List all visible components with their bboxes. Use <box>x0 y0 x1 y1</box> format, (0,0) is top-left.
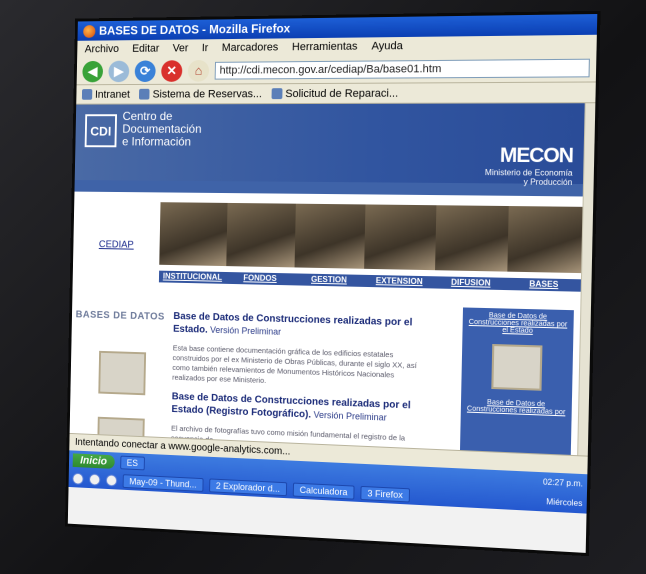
nav-item-bases[interactable]: BASES <box>506 196 583 309</box>
window-title: BASES DE DATOS - Mozilla Firefox <box>98 21 291 38</box>
entry1-body: Esta base contiene documentación gráfica… <box>172 343 417 385</box>
cdi-line3: e Información <box>121 134 192 149</box>
quicklaunch-icon[interactable] <box>89 473 101 486</box>
start-button[interactable]: Inicio <box>72 452 115 469</box>
task-firefox[interactable]: 3 Firefox <box>360 485 411 502</box>
nav-photo <box>226 202 296 268</box>
stop-icon[interactable]: ✕ <box>161 59 183 82</box>
nav-photo <box>159 202 228 267</box>
nav-item-fondos[interactable]: FONDOS <box>225 193 296 301</box>
nav-photo <box>507 206 583 274</box>
quicklaunch-icon[interactable] <box>105 473 118 487</box>
nav-label: INSTITUCIONAL <box>158 270 227 284</box>
screen: BASES DE DATOS - Mozilla Firefox Archivo… <box>67 14 598 553</box>
cdi-name: Centro de Documentación e Información <box>121 109 202 149</box>
cdi-logo[interactable]: CDI <box>84 114 118 148</box>
nav-item-institucional[interactable]: INSTITUCIONAL <box>158 192 228 299</box>
task-explorer[interactable]: 2 Explorador d... <box>208 477 288 496</box>
page-icon <box>271 88 283 100</box>
right-link-2[interactable]: Base de Datos de Construcciones realizad… <box>465 398 568 416</box>
nav-item-difusion[interactable]: DIFUSION <box>434 195 509 306</box>
home-icon[interactable]: ⌂ <box>187 59 210 82</box>
site-banner: CDI Centro de Documentación e Informació… <box>74 103 585 188</box>
menu-herramientas[interactable]: Herramientas <box>292 41 358 54</box>
nav-cediap[interactable]: CEDIAP <box>72 192 160 298</box>
mecon-sub1: Ministerio de Economía <box>484 167 573 178</box>
sidebar-title: BASES DE DATOS <box>75 309 165 323</box>
navigation-toolbar: ◀ ▶ ⟳ ✕ ⌂ http://cdi.mecon.gov.ar/cediap… <box>76 53 597 86</box>
nav-photo <box>364 204 437 271</box>
menu-ayuda[interactable]: Ayuda <box>371 40 403 52</box>
task-calculator[interactable]: Calculadora <box>292 482 355 500</box>
bookmark-intranet[interactable]: Intranet <box>81 88 131 101</box>
nav-photo <box>435 205 509 272</box>
firefox-icon <box>83 24 96 38</box>
quicklaunch-icon[interactable] <box>72 472 84 485</box>
nav-item-gestion[interactable]: GESTION <box>294 194 366 303</box>
database-list: Base de Datos de Construcciones realizad… <box>171 310 432 455</box>
monitor-frame: BASES DE DATOS - Mozilla Firefox Archivo… <box>0 0 646 574</box>
day-label: Miércoles <box>546 497 583 509</box>
mecon-sub2: y Producción <box>523 177 573 188</box>
address-url: http://cdi.mecon.gov.ar/cediap/Ba/base01… <box>219 62 442 77</box>
bookmarks-toolbar: Intranet Sistema de Reservas... Solicitu… <box>76 82 596 105</box>
back-icon[interactable]: ◀ <box>82 60 104 82</box>
menu-ver[interactable]: Ver <box>172 42 188 54</box>
right-link-1[interactable]: Base de Datos de Construcciones realizad… <box>467 312 570 336</box>
page-icon <box>81 89 93 100</box>
right-panel: Base de Datos de Construcciones realizad… <box>459 307 574 455</box>
entry1-version: Versión Preliminar <box>210 324 282 337</box>
nav-label: EXTENSION <box>363 274 435 289</box>
bookmark-reservas[interactable]: Sistema de Reservas... <box>139 88 262 100</box>
reload-icon[interactable]: ⟳ <box>134 59 156 82</box>
nav-label: GESTION <box>294 273 364 287</box>
mecon-logo: MECON Ministerio de Economía y Producció… <box>484 144 574 188</box>
address-bar[interactable]: http://cdi.mecon.gov.ar/cediap/Ba/base01… <box>214 58 590 80</box>
nav-label: FONDOS <box>225 272 295 286</box>
nav-label: BASES <box>506 277 581 292</box>
page-content: CDI Centro de Documentación e Informació… <box>69 103 585 456</box>
forward-icon[interactable]: ▶ <box>108 60 130 82</box>
language-indicator[interactable]: ES <box>119 455 145 470</box>
page-icon <box>139 88 150 100</box>
entry2-version: Versión Preliminar <box>313 409 387 423</box>
nav-item-extension[interactable]: EXTENSION <box>363 194 437 304</box>
task-thunderbird[interactable]: May-09 - Thund... <box>122 473 204 492</box>
mecon-brand: MECON <box>499 144 574 168</box>
menu-archivo[interactable]: Archivo <box>85 43 119 55</box>
bookmark-label: Intranet <box>94 88 131 101</box>
nav-photo <box>294 203 366 269</box>
menu-marcadores[interactable]: Marcadores <box>222 41 279 53</box>
bookmark-label: Sistema de Reservas... <box>152 87 263 101</box>
clock[interactable]: 02:27 p.m. <box>543 477 583 488</box>
entry1-title[interactable]: Base de Datos de Construcciones realizad… <box>173 311 412 336</box>
bookmark-label: Solicitud de Reparaci... <box>285 87 399 100</box>
menu-ir[interactable]: Ir <box>202 42 209 54</box>
bookmark-reparacion[interactable]: Solicitud de Reparaci... <box>271 87 399 100</box>
nav-label: DIFUSION <box>434 276 508 291</box>
monitor-thumbnail[interactable] <box>98 350 147 396</box>
menu-editar[interactable]: Editar <box>132 43 159 55</box>
section-nav: CEDIAP INSTITUCIONAL FONDOS GESTION EXTE… <box>72 191 583 309</box>
right-thumbnail[interactable] <box>491 343 543 391</box>
